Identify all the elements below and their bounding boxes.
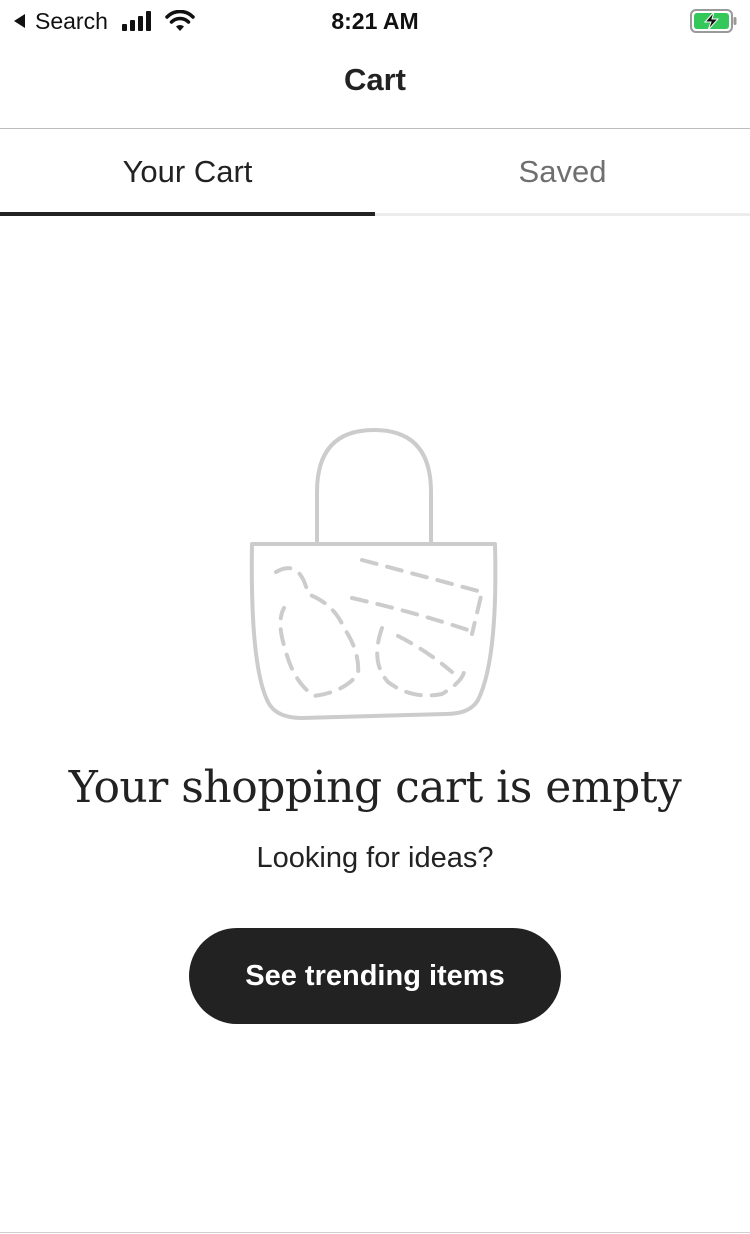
shopping-bag-icon (249, 428, 498, 720)
tab-your-cart[interactable]: Your Cart (0, 129, 375, 215)
bottom-divider (0, 1232, 750, 1233)
see-trending-items-button[interactable]: See trending items (189, 928, 561, 1024)
empty-cart-subtitle: Looking for ideas? (256, 842, 494, 874)
tab-saved[interactable]: Saved (375, 129, 750, 215)
battery-charging-icon (690, 9, 737, 33)
tab-active-indicator (0, 212, 375, 216)
page-title: Cart (343, 62, 406, 97)
cart-tabs: Your Cart Saved (0, 129, 750, 217)
empty-cart-title: Your shopping cart is empty (68, 762, 682, 813)
status-time: 8:21 AM (331, 8, 419, 34)
tab-inactive-indicator (375, 213, 750, 216)
status-bar: Search 8:21 AM (0, 0, 750, 42)
